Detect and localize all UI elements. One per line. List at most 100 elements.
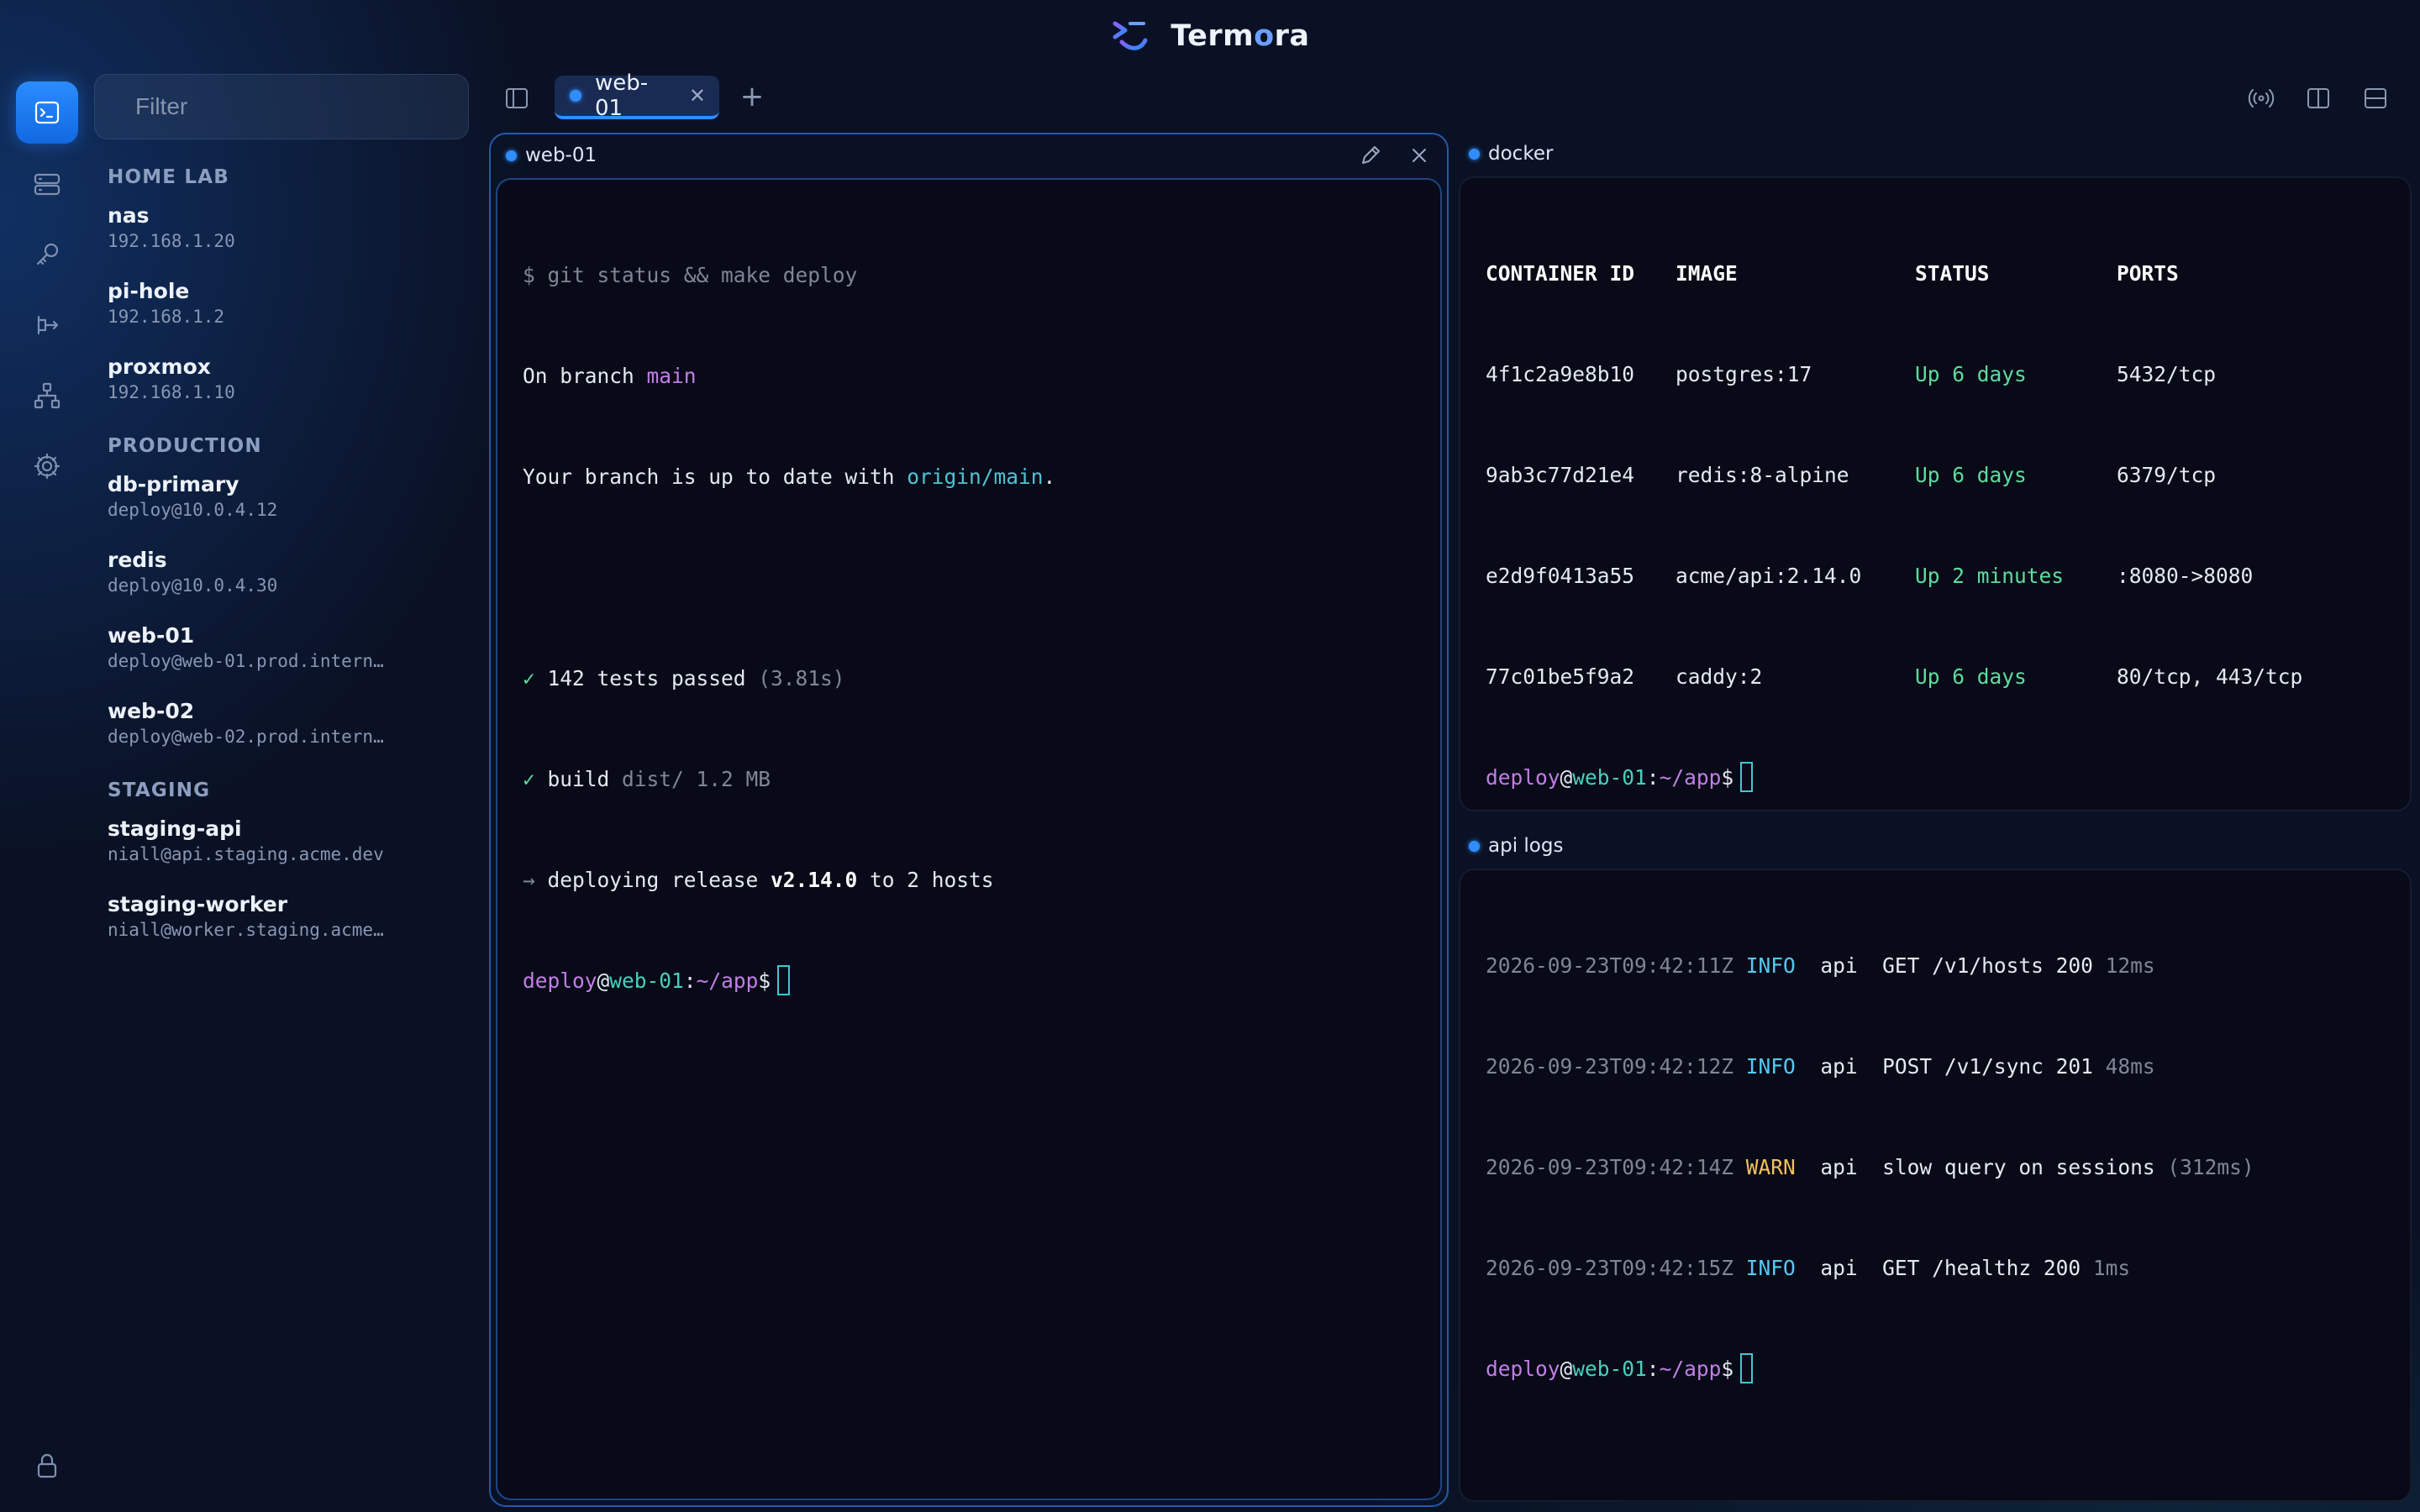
host-address: 192.168.1.2 — [108, 307, 225, 327]
terminal-output[interactable]: 2026-09-23T09:42:11Z INFO api GET /v1/ho… — [1459, 869, 2412, 1502]
split-horizontal-icon — [2365, 88, 2386, 108]
host-name: proxmox — [108, 354, 211, 379]
host-name: web-02 — [108, 699, 195, 723]
table-row: 4f1c2a9e8b10 postgres:17 Up 6 days 5432/tcp — [1486, 362, 2217, 386]
terminal-output[interactable]: CONTAINER ID IMAGE STATUS PORTS 4f1c2a9e8b1… — [1459, 176, 2412, 811]
table-row: 9ab3c77d21e4 redis:8-alpine Up 6 days 6379/… — [1486, 463, 2217, 487]
split-vertical-button[interactable] — [2304, 84, 2333, 113]
broadcast-icon — [2248, 89, 2275, 108]
port-forward-icon — [37, 315, 59, 335]
filter-input[interactable] — [94, 74, 469, 139]
broadcast-button[interactable] — [2247, 84, 2275, 113]
host-item-db-primary[interactable]: db-primary deploy@10.0.4.12 — [108, 472, 444, 522]
host-address: 192.168.1.20 — [108, 231, 235, 251]
rail-lock-button[interactable] — [16, 1435, 78, 1497]
host-name: redis — [108, 548, 167, 572]
host-name: staging-worker — [108, 892, 288, 916]
pane-header: docker — [1454, 133, 2417, 175]
terminal-line: ✓ 142 tests passed (3.81s) — [523, 666, 845, 690]
gear-icon — [34, 453, 60, 480]
rail-terminals-button[interactable] — [16, 81, 78, 144]
app-title: Termora — [1171, 19, 1310, 53]
nav-rail — [0, 72, 94, 1512]
table-row: e2d9f0413a55 acme/api:2.14.0 Up 2 minutes:… — [1486, 564, 2254, 588]
group-label-staging: STAGING — [108, 780, 211, 801]
close-pane-button[interactable] — [1407, 143, 1432, 168]
host-item-staging-worker[interactable]: staging-worker niall@worker.staging.acme… — [108, 892, 444, 942]
host-item-nas[interactable]: nas 192.168.1.20 — [108, 203, 444, 254]
host-item-proxmox[interactable]: proxmox 192.168.1.10 — [108, 354, 444, 405]
shell-prompt: deploy@web-01:~/app$ — [1486, 761, 2393, 795]
new-tab-button[interactable]: + — [738, 82, 766, 111]
connection-status-dot — [506, 150, 517, 161]
network-icon — [34, 382, 60, 409]
host-name: staging-api — [108, 816, 242, 841]
hosts-icon — [34, 173, 60, 196]
log-line: 2026-09-23T09:42:15Z INFO api GET /healt… — [1486, 1256, 2131, 1280]
log-line: 2026-09-23T09:42:14Z WARN api slow query… — [1486, 1155, 2254, 1179]
app-logo: Termora — [1110, 17, 1309, 55]
host-address: niall@api.staging.acme.dev — [108, 844, 384, 864]
rail-hosts-button[interactable] — [16, 153, 78, 215]
host-name: db-primary — [108, 472, 239, 496]
host-address: niall@worker.staging.acme… — [108, 920, 384, 940]
terminal-output[interactable]: $ git status && make deploy On branch ma… — [496, 178, 1442, 1500]
terminal-icon — [34, 101, 60, 124]
host-sidebar: HOME LAB nas 192.168.1.20 pi-hole 192.16… — [94, 72, 471, 1512]
rename-pane-button[interactable] — [1358, 143, 1383, 168]
rail-port-forwarding-button[interactable] — [16, 294, 78, 356]
pane-title: docker — [1488, 143, 1554, 165]
termora-logo-icon — [1113, 21, 1148, 50]
host-item-web-02[interactable]: web-02 deploy@web-02.prod.intern… — [108, 699, 444, 749]
title-bar: Termora — [0, 0, 2420, 72]
split-horizontal-button[interactable] — [2361, 84, 2390, 113]
group-label-home-lab: HOME LAB — [108, 166, 229, 188]
terminal-line: On branch main — [523, 364, 697, 388]
close-tab-icon[interactable]: ✕ — [689, 84, 706, 108]
terminal-cursor — [777, 965, 791, 995]
shell-prompt: deploy@web-01:~/app$ — [523, 964, 1423, 998]
host-address: deploy@web-02.prod.intern… — [108, 727, 384, 747]
terminal-pane-docker[interactable]: docker CONTAINER ID IMAGE STATUS PORTS 4f1c… — [1454, 133, 2417, 816]
tab-web-01[interactable]: web-01 ✕ — [555, 71, 719, 121]
terminal-line: Your branch is up to date with origin/ma… — [523, 465, 1056, 489]
group-label-production: PRODUCTION — [108, 435, 262, 457]
host-item-web-01[interactable]: web-01 deploy@web-01.prod.intern… — [108, 623, 444, 674]
host-item-pi-hole[interactable]: pi-hole 192.168.1.2 — [108, 279, 444, 329]
key-icon — [36, 243, 59, 265]
log-line: 2026-09-23T09:42:11Z INFO api GET /v1/ho… — [1486, 953, 2155, 978]
tab-bar: web-01 ✕ + — [487, 71, 2420, 124]
lock-icon — [37, 1453, 57, 1478]
toggle-sidebar-button[interactable] — [502, 84, 531, 113]
tab-label: web-01 — [594, 71, 649, 121]
docker-table-header: CONTAINER ID IMAGE STATUS PORTS — [1486, 261, 2179, 286]
connection-status-dot — [1469, 840, 1480, 852]
host-item-redis[interactable]: redis deploy@10.0.4.30 — [108, 548, 444, 598]
connection-status-dot — [1469, 148, 1480, 160]
pane-title: api logs — [1488, 835, 1564, 857]
sidebar-toggle-icon — [506, 88, 528, 108]
host-item-staging-api[interactable]: staging-api niall@api.staging.acme.dev — [108, 816, 444, 867]
host-address: 192.168.1.10 — [108, 382, 235, 402]
host-name: web-01 — [108, 623, 195, 648]
rail-keys-button[interactable] — [16, 223, 78, 286]
terminal-cursor — [1740, 1353, 1754, 1383]
pencil-icon — [1362, 146, 1380, 164]
rail-network-button[interactable] — [16, 365, 78, 427]
shell-prompt: deploy@web-01:~/app$ — [1486, 1352, 2393, 1386]
terminal-line: $ git status && make deploy — [523, 263, 858, 287]
close-icon — [1413, 149, 1426, 162]
split-vertical-icon — [2307, 88, 2329, 108]
log-line: 2026-09-23T09:42:12Z INFO api POST /v1/s… — [1486, 1054, 2155, 1079]
host-name: pi-hole — [108, 279, 190, 303]
host-name: nas — [108, 203, 150, 228]
host-address: deploy@10.0.4.12 — [108, 500, 278, 520]
pane-title: web-01 — [525, 144, 597, 166]
pane-header: web-01 — [491, 134, 1447, 176]
host-address: deploy@web-01.prod.intern… — [108, 651, 384, 671]
rail-settings-button[interactable] — [16, 435, 78, 497]
connection-status-dot — [570, 90, 581, 102]
terminal-pane-web-01[interactable]: web-01 $ git status && make deploy On br… — [489, 133, 1449, 1507]
terminal-pane-api-logs[interactable]: api logs 2026-09-23T09:42:11Z INFO api G… — [1454, 825, 2417, 1507]
